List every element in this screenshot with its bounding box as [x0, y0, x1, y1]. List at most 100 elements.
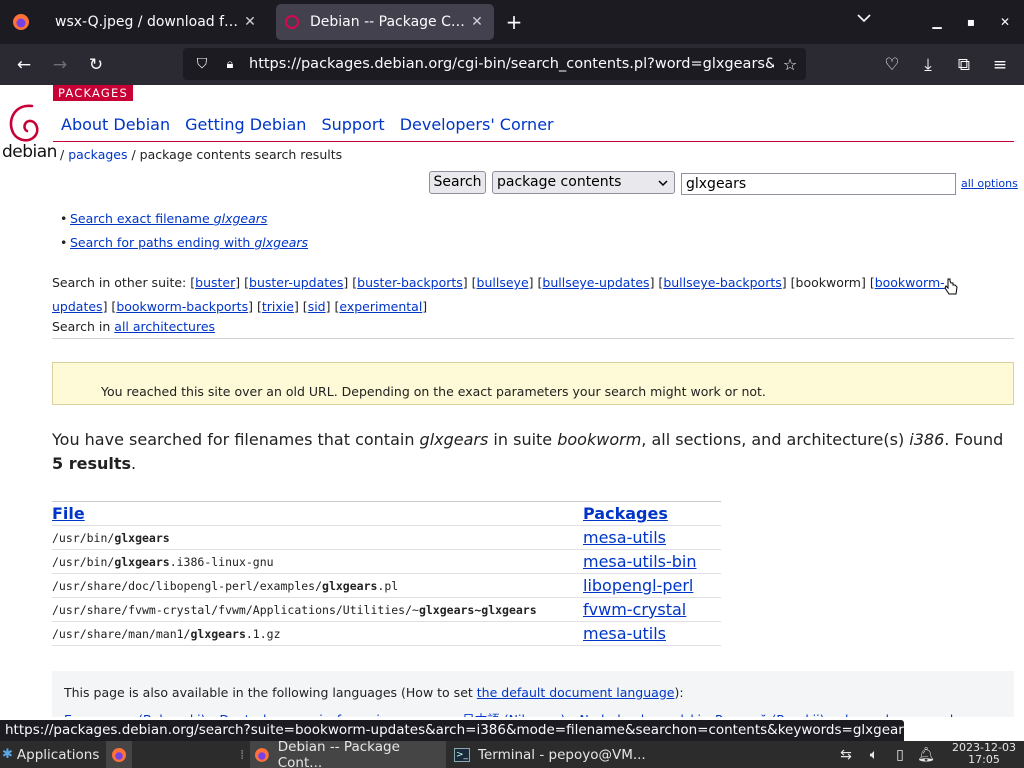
close-tab-icon[interactable]: ✕ [468, 14, 486, 30]
maximize-icon[interactable]: ▪ [961, 12, 981, 32]
nav-about-debian[interactable]: About Debian [61, 115, 170, 134]
language-link[interactable]: slovensky [839, 712, 900, 717]
language-link[interactable]: Nederlands [579, 712, 650, 717]
table-row: /usr/share/man/man1/glxgears.1.gz mesa-ut… [52, 621, 721, 646]
package-cell: mesa-utils [583, 621, 721, 646]
divider [52, 338, 1014, 339]
language-link[interactable]: magyar [400, 712, 448, 717]
taskbar-window-firefox[interactable]: Debian -- Package Cont... [250, 739, 446, 768]
nav-support[interactable]: Support [321, 115, 384, 134]
section-tag[interactable]: PACKAGES [53, 85, 133, 101]
nav-getting-debian[interactable]: Getting Debian [185, 115, 306, 134]
bookmark-star-icon[interactable]: ☆ [774, 55, 806, 74]
suite-experimental[interactable]: experimental [339, 299, 422, 314]
hand-cursor-icon [944, 278, 958, 295]
language-link[interactable]: Русский (Russkij) [715, 712, 824, 717]
all-architectures-link[interactable]: all architectures [114, 319, 215, 334]
suite-bullseye-updates[interactable]: bullseye-updates [542, 275, 649, 290]
language-info: This page is also available in the follo… [64, 685, 684, 700]
breadcrumb: / packages / package contents search res… [60, 147, 343, 162]
search-input[interactable]: glxgears [681, 173, 956, 195]
link-status-bar: https://packages.debian.org/search?suite… [0, 720, 904, 741]
list-tabs-chevron-icon[interactable] [852, 12, 876, 32]
language-link[interactable]: polski [665, 712, 701, 717]
close-tab-icon[interactable]: ✕ [241, 14, 259, 30]
table-row: /usr/bin/glxgears mesa-utils [52, 525, 721, 550]
network-icon[interactable]: ⇆ [836, 745, 856, 765]
package-link[interactable]: mesa-utils [583, 528, 666, 547]
window-close-icon[interactable]: ✕ [995, 12, 1015, 32]
language-link[interactable]: 日本語 (Nihongo) [462, 712, 565, 717]
lock-icon[interactable]: 🔒︎ [217, 57, 243, 72]
clock[interactable]: 2023-12-03 17:05 [944, 742, 1024, 766]
package-cell: mesa-utils [583, 525, 721, 550]
tab-title: Debian -- Package Conte [310, 14, 468, 30]
debian-logo-text[interactable]: debian [2, 142, 57, 162]
result-summary: You have searched for filenames that con… [52, 430, 1004, 473]
breadcrumb-packages-link[interactable]: packages [68, 147, 127, 162]
architecture-search: Search in all architectures [52, 319, 216, 334]
forward-arrow-icon[interactable]: → [48, 53, 72, 77]
minimize-icon[interactable]: ▁ [927, 12, 947, 32]
menu-hamburger-icon[interactable]: ≡ [988, 53, 1012, 77]
package-link[interactable]: libopengl-perl [583, 576, 693, 595]
suite-bullseye[interactable]: bullseye [477, 275, 529, 290]
default-language-link[interactable]: the default document language [477, 685, 675, 700]
language-link[interactable]: svenska [914, 712, 965, 717]
page-content: debian PACKAGES About Debian Getting Deb… [0, 85, 1024, 717]
xfce-icon: ✱ [2, 747, 13, 762]
pocket-icon[interactable]: ♡ [880, 53, 904, 77]
packages-column-header[interactable]: Packages [583, 501, 721, 526]
search-paths-ending-link[interactable]: Search for paths ending with glxgears [70, 235, 308, 250]
battery-icon[interactable]: ▯ [890, 745, 910, 765]
table-row: /usr/share/fvwm-crystal/fvwm/Application… [52, 597, 721, 622]
volume-icon[interactable]: 🔈︎ [864, 745, 884, 765]
url-bar[interactable]: ⛉ 🔒︎ https://packages.debian.org/cgi-bin… [183, 48, 806, 80]
package-link[interactable]: mesa-utils [583, 624, 666, 643]
notification-bell-icon[interactable]: 🔔︎ [916, 745, 936, 765]
suite-buster-updates[interactable]: buster-updates [249, 275, 343, 290]
back-arrow-icon[interactable]: ← [12, 53, 36, 77]
package-link[interactable]: mesa-utils-bin [583, 552, 697, 571]
suite-buster-backports[interactable]: buster-backports [357, 275, 463, 290]
suite-trixie[interactable]: trixie [262, 299, 294, 314]
url-text[interactable]: https://packages.debian.org/cgi-bin/sear… [249, 56, 774, 72]
firefox-launcher-icon[interactable] [106, 741, 132, 768]
language-list: Български (Balgarski) Deutsch suomi françai… [64, 709, 979, 717]
language-link[interactable]: Deutsch [220, 712, 271, 717]
top-navigation: About Debian Getting Debian Support Deve… [61, 115, 569, 134]
package-cell: mesa-utils-bin [583, 549, 721, 574]
applications-menu[interactable]: ✱ Applications [2, 741, 99, 768]
terminal-icon: >_ [454, 747, 470, 762]
search-mode-select[interactable]: package contents [492, 171, 675, 194]
all-options-link[interactable]: all options [961, 177, 1018, 190]
suite-bullseye-backports[interactable]: bullseye-backports [663, 275, 781, 290]
search-exact-filename-link[interactable]: Search exact filename glxgears [70, 211, 267, 226]
language-link[interactable]: Български (Balgarski) [64, 712, 206, 717]
tracking-shield-icon[interactable]: ⛉ [187, 56, 217, 72]
taskbar-window-terminal[interactable]: >_ Terminal - pepoyo@VM... [450, 741, 646, 768]
suggestion-paths-ending: • Search for paths ending with glxgears [60, 235, 309, 250]
firefox-icon [254, 747, 269, 762]
nav-developers-corner[interactable]: Developers' Corner [400, 115, 554, 134]
package-cell: fvwm-crystal [583, 597, 721, 622]
reload-icon[interactable]: ↻ [84, 53, 108, 77]
new-tab-plus-icon[interactable]: + [502, 10, 526, 34]
package-link[interactable]: fvwm-crystal [583, 600, 686, 619]
old-url-notice: You reached this site over an old URL. D… [52, 362, 1014, 405]
tab-debian-packages[interactable]: Debian -- Package Conte ✕ [276, 4, 494, 40]
language-link[interactable]: français [337, 712, 387, 717]
suggestion-exact-filename: • Search exact filename glxgears [60, 211, 268, 226]
search-button[interactable]: Search [429, 171, 486, 194]
file-column-header[interactable]: File [52, 501, 583, 526]
language-link[interactable]: suomi [285, 712, 323, 717]
extensions-icon[interactable]: ⧉ [952, 53, 976, 77]
downloads-icon[interactable]: ⤓ [916, 53, 940, 77]
suite-bookworm-backports[interactable]: bookworm-backports [116, 299, 248, 314]
taskbar: ✱ Applications ⁞ Debian -- Package Cont.… [0, 739, 1024, 768]
firefox-view-icon[interactable] [0, 0, 42, 44]
suite-buster[interactable]: buster [195, 275, 235, 290]
table-header-row: File Packages [52, 501, 721, 526]
tab-download[interactable]: wsx-Q.jpeg / download from ✕ [45, 4, 267, 40]
suite-sid[interactable]: sid [308, 299, 326, 314]
